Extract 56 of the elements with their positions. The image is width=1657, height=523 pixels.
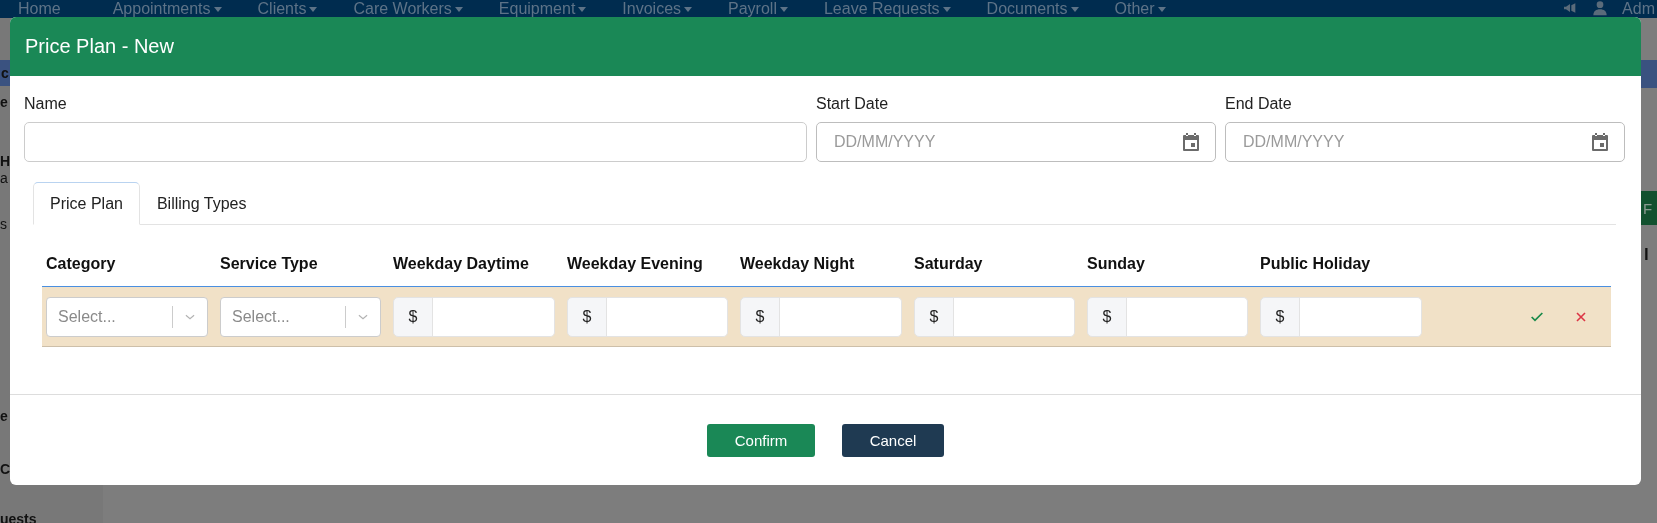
select-dropdown[interactable]: Select... [220,296,381,337]
column-header: Category [45,255,117,274]
currency-prefix: $ [567,296,607,337]
user-menu[interactable]: Adm [1622,0,1655,18]
sidebar-text: e [0,94,8,110]
currency-prefix: $ [393,296,433,337]
nav-link[interactable]: Clients [257,0,318,18]
sidebar-text: s [0,216,7,232]
field-label: Name [24,95,68,114]
nav-link[interactable]: Documents [986,0,1079,18]
date-field[interactable]: DD/MM/YYYY [816,122,1216,162]
tab[interactable]: Price Plan [33,182,140,225]
select-dropdown[interactable]: Select... [46,296,208,337]
column-header: Saturday [913,255,984,274]
field-label: Start Date [816,95,890,114]
column-header: Public Holiday [1259,255,1372,274]
sidebar-text: H [0,153,11,169]
column-header: Service Type [219,255,319,274]
confirm-button[interactable]: Confirm [707,423,815,457]
modal-title: Price Plan - New [10,17,1641,76]
sidebar-text: a [0,170,8,186]
sidebar-text: e [0,408,8,424]
date-field[interactable]: DD/MM/YYYY [1225,122,1625,162]
currency-prefix: $ [914,296,954,337]
page-button[interactable]: F [1641,191,1657,225]
nav-link[interactable]: Home [18,0,61,18]
column-header: Sunday [1086,255,1146,274]
sidebar-text: C [0,461,11,477]
amount-field[interactable] [780,296,902,337]
currency-prefix: $ [1087,296,1127,337]
amount-field[interactable] [1127,296,1248,337]
amount-field[interactable] [954,296,1075,337]
currency-prefix: $ [740,296,780,337]
column-header: Weekday Night [739,255,856,274]
date-input[interactable]: DD/MM/YYYY [832,132,1179,152]
user-icon [1592,0,1609,16]
nav-link[interactable]: Other [1114,0,1166,18]
tab[interactable]: Billing Types [139,182,264,225]
column-header: Weekday Evening [566,255,704,274]
nav-link[interactable]: Invoices [622,0,693,18]
page-header-bar [1641,60,1657,88]
field-label: End Date [1225,95,1293,114]
name-field[interactable] [24,122,807,162]
nav-link[interactable]: Equipment [498,0,587,18]
date-input[interactable]: DD/MM/YYYY [1241,132,1588,152]
amount-field[interactable] [607,296,728,337]
amount-field[interactable] [1300,296,1422,337]
nav-link[interactable]: Appointments [112,0,222,18]
column-header: Weekday Daytime [392,255,530,274]
cancel-button[interactable]: Cancel [842,423,944,457]
nav-link[interactable]: Care Workers [353,0,463,18]
nav-link[interactable]: Leave Requests [823,0,951,18]
amount-field[interactable] [433,296,555,337]
currency-prefix: $ [1260,296,1300,337]
nav-link[interactable]: Payroll [728,0,788,18]
page-heading: l [1644,245,1649,265]
